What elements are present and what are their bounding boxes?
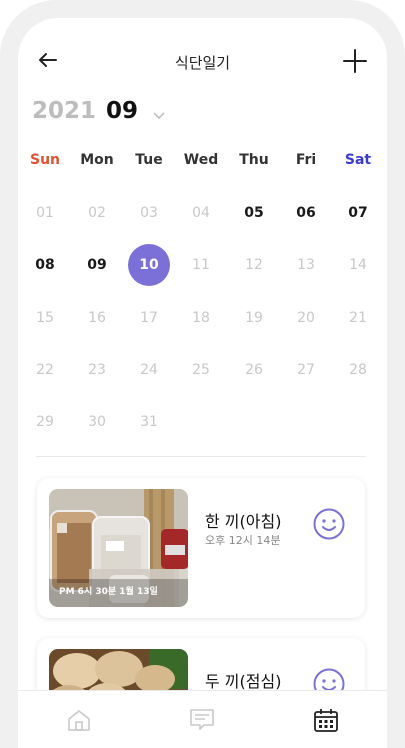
calendar-day[interactable]: 14 (337, 244, 379, 286)
calendar-day[interactable]: 25 (180, 349, 222, 391)
calendar-day[interactable]: 17 (128, 297, 170, 339)
calendar-day[interactable]: 22 (24, 349, 66, 391)
calendar-day[interactable]: 11 (180, 244, 222, 286)
calendar-day[interactable]: 31 (128, 401, 170, 443)
calendar-day[interactable]: 27 (285, 349, 327, 391)
calendar-icon[interactable] (313, 707, 339, 733)
meal-title: 두 끼(점심) (205, 672, 282, 691)
calendar-day-selected[interactable]: 10 (128, 244, 170, 286)
meal-title: 한 끼(아침) (205, 512, 282, 531)
calendar-day[interactable]: 05 (233, 192, 275, 234)
meal-time: 오후 12시 14분 (205, 534, 281, 547)
calendar-day[interactable]: 30 (76, 401, 118, 443)
meal-photo: PM 6시 30분 1월 13일 (49, 489, 188, 607)
calendar-day[interactable]: 13 (285, 244, 327, 286)
calendar-day[interactable]: 09 (76, 244, 118, 286)
calendar-day[interactable]: 12 (233, 244, 275, 286)
calendar-day[interactable]: 03 (128, 192, 170, 234)
calendar-day[interactable]: 18 (180, 297, 222, 339)
calendar-day[interactable]: 06 (285, 192, 327, 234)
home-icon[interactable] (66, 707, 92, 733)
calendar-day[interactable]: 26 (233, 349, 275, 391)
calendar-day[interactable]: 21 (337, 297, 379, 339)
calendar-day[interactable]: 02 (76, 192, 118, 234)
smile-icon[interactable] (313, 508, 345, 540)
calendar-day[interactable]: 07 (337, 192, 379, 234)
phone-frame: 식단일기 2021 09 Sun Mon Tue Wed Thu Fri Sat… (0, 0, 405, 748)
calendar-day[interactable]: 20 (285, 297, 327, 339)
calendar-day[interactable]: 01 (24, 192, 66, 234)
calendar-grid: 01 02 03 04 05 06 07 08 09 10 11 12 13 1… (18, 18, 387, 458)
photo-caption: PM 6시 30분 1월 13일 (59, 587, 158, 597)
app-screen: 식단일기 2021 09 Sun Mon Tue Wed Thu Fri Sat… (18, 18, 387, 748)
message-icon[interactable] (189, 707, 215, 733)
calendar-day[interactable]: 16 (76, 297, 118, 339)
calendar-day[interactable]: 08 (24, 244, 66, 286)
meal-card[interactable]: PM 6시 30분 1월 13일 한 끼(아침) 오후 12시 14분 (37, 478, 365, 618)
calendar-day[interactable]: 29 (24, 401, 66, 443)
calendar-day[interactable]: 19 (233, 297, 275, 339)
calendar-day[interactable]: 24 (128, 349, 170, 391)
divider (36, 456, 366, 457)
bottom-navigation (18, 690, 387, 748)
calendar-day[interactable]: 15 (24, 297, 66, 339)
calendar-day[interactable]: 28 (337, 349, 379, 391)
calendar-day[interactable]: 23 (76, 349, 118, 391)
calendar-day[interactable]: 04 (180, 192, 222, 234)
